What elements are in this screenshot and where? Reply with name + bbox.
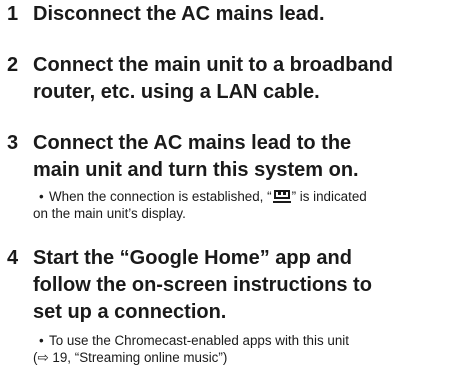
bullet-icon: •	[39, 189, 44, 204]
step-instruction-line: Connect the AC mains lead to the	[33, 132, 352, 154]
step-number: 3	[7, 132, 19, 154]
step-number: 2	[7, 54, 19, 76]
step-instruction: Connect the main unit to a broadband rou…	[33, 52, 469, 106]
bullet-icon: •	[39, 333, 44, 348]
note-line: When the connection is established, “ ” i…	[49, 188, 367, 205]
step-instruction-line: follow the on-screen instructions to	[33, 274, 372, 296]
step-instruction: Connect the AC mains lead to the main un…	[33, 130, 469, 184]
step-number: 4	[7, 247, 19, 269]
step-instruction-line: router, etc. using a LAN cable.	[33, 81, 320, 103]
step-number: 1	[7, 3, 19, 25]
step-instruction: Disconnect the AC mains lead.	[33, 1, 469, 28]
step-instruction-line: Disconnect the AC mains lead.	[33, 3, 325, 25]
note-text: When the connection is established, “ ” i…	[33, 188, 367, 222]
step-instruction-line: set up a connection.	[33, 301, 227, 323]
note-line: (⇨ 19, “Streaming online music”)	[33, 350, 228, 365]
note-text-after-icon: ” is indicated	[291, 189, 367, 204]
note-text: To use the Chromecast-enabled apps with …	[33, 332, 349, 366]
step-instruction-line: main unit and turn this system on.	[33, 159, 359, 181]
step-instruction-line: Connect the main unit to a broadband	[33, 54, 393, 76]
note-line: To use the Chromecast-enabled apps with …	[49, 333, 349, 348]
note-line: on the main unit’s display.	[33, 206, 186, 221]
lan-icon	[272, 190, 291, 203]
step-instruction-line: Start the “Google Home” app and	[33, 247, 352, 269]
note-text-before-icon: When the connection is established, “	[49, 189, 272, 204]
step-instruction: Start the “Google Home” app and follow t…	[33, 245, 469, 326]
